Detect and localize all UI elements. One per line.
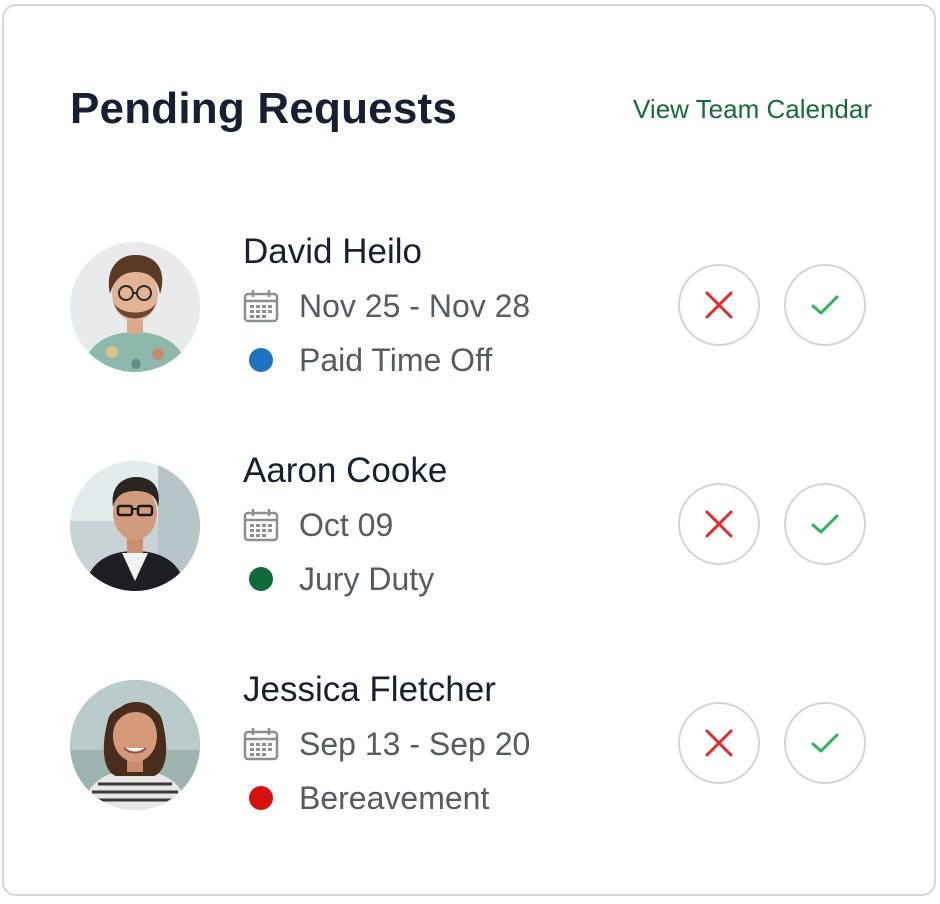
close-icon — [705, 291, 733, 319]
check-icon — [811, 733, 839, 753]
reject-button[interactable] — [678, 483, 760, 565]
check-icon — [811, 514, 839, 534]
request-row: Jessica Fletcher Sep 13 - Sep 20 Bereave… — [0, 670, 934, 836]
close-icon — [705, 510, 733, 538]
avatar — [70, 680, 200, 810]
leave-type-dot — [249, 786, 273, 810]
employee-name: David Heilo — [243, 232, 422, 271]
calendar-icon — [243, 726, 279, 762]
reject-button[interactable] — [678, 264, 760, 346]
date-range: Oct 09 — [243, 505, 393, 545]
date-text: Oct 09 — [299, 506, 394, 543]
date-text: Nov 25 - Nov 28 — [299, 287, 531, 324]
leave-type-dot — [249, 348, 273, 372]
calendar-icon — [243, 507, 279, 543]
avatar — [70, 461, 200, 591]
date-range: Sep 13 - Sep 20 — [243, 724, 530, 764]
employee-name: Jessica Fletcher — [243, 670, 496, 709]
date-range: Nov 25 - Nov 28 — [243, 286, 530, 326]
leave-type: Jury Duty — [249, 559, 434, 599]
date-text: Sep 13 - Sep 20 — [299, 725, 531, 762]
leave-type: Paid Time Off — [249, 340, 492, 380]
calendar-icon — [243, 288, 279, 324]
request-row: Aaron Cooke Oct 09 Jury Duty — [0, 451, 934, 617]
leave-type-label: Bereavement — [299, 779, 490, 816]
view-team-calendar-link[interactable]: View Team Calendar — [633, 94, 872, 125]
reject-button[interactable] — [678, 702, 760, 784]
leave-type: Bereavement — [249, 778, 489, 818]
employee-name: Aaron Cooke — [243, 451, 448, 490]
close-icon — [705, 729, 733, 757]
approve-button[interactable] — [784, 483, 866, 565]
leave-type-label: Paid Time Off — [299, 341, 493, 378]
approve-button[interactable] — [784, 702, 866, 784]
avatar — [70, 242, 200, 372]
approve-button[interactable] — [784, 264, 866, 346]
leave-type-label: Jury Duty — [299, 560, 435, 597]
check-icon — [811, 295, 839, 315]
request-row: David Heilo Nov 25 - Nov 28 Paid Time Of… — [0, 232, 934, 398]
leave-type-dot — [249, 567, 273, 591]
page-title: Pending Requests — [70, 84, 458, 133]
